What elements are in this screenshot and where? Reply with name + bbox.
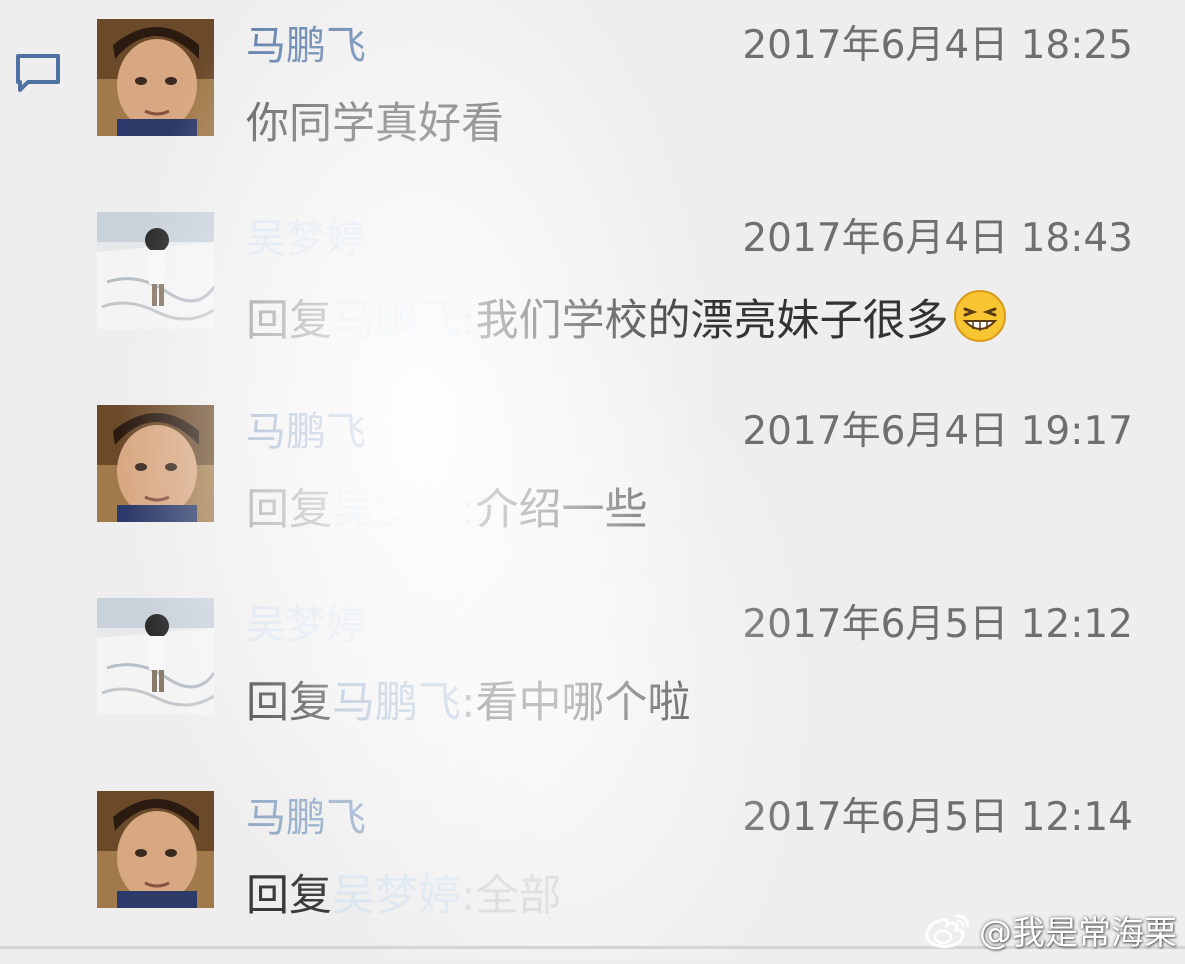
reply-colon: : <box>461 678 476 728</box>
comment-time: 2017年6月4日 18:43 <box>742 216 1133 261</box>
comment-text: 回复马鹏飞:我们学校的漂亮妹子很多 <box>246 289 1007 349</box>
avatar[interactable] <box>97 19 214 136</box>
comment-body: 全部 <box>475 871 562 921</box>
avatar[interactable] <box>97 791 214 908</box>
comment-item: 马鹏飞 2017年6月4日 18:25 你同学真好看 <box>0 0 1185 192</box>
comment-text: 回复马鹏飞:看中哪个啦 <box>246 675 691 731</box>
comment-body: 看中哪个啦 <box>475 678 691 728</box>
watermark-text: @我是常海栗 <box>979 913 1177 952</box>
reply-colon: : <box>461 296 476 346</box>
comment-time: 2017年6月5日 12:12 <box>742 602 1133 647</box>
comment-item: 吴梦婷 2017年6月5日 12:12 回复马鹏飞:看中哪个啦 <box>0 579 1185 771</box>
grinning-squint-emoji-icon <box>953 289 1007 343</box>
weibo-logo-icon <box>925 914 970 948</box>
comment-author[interactable]: 吴梦婷 <box>246 215 366 263</box>
comment-time: 2017年6月5日 12:14 <box>742 795 1133 840</box>
comment-text: 回复吴梦婷:介绍一些 <box>246 482 648 538</box>
reply-word: 回复 <box>246 296 332 346</box>
comment-body: 介绍一些 <box>475 485 648 535</box>
reply-colon: : <box>461 485 476 535</box>
reply-to-name[interactable]: 吴梦婷 <box>332 485 461 535</box>
comment-text: 你同学真好看 <box>246 96 504 152</box>
comment-author[interactable]: 马鹏飞 <box>246 794 366 842</box>
reply-to-name[interactable]: 马鹏飞 <box>332 296 461 346</box>
reply-to-name[interactable]: 马鹏飞 <box>332 678 461 728</box>
reply-word: 回复 <box>246 678 332 728</box>
comment-body: 你同学真好看 <box>246 99 504 149</box>
reply-to-name[interactable]: 吴梦婷 <box>332 871 461 921</box>
comment-body: 我们学校的漂亮妹子很多 <box>475 296 949 346</box>
comment-time: 2017年6月4日 19:17 <box>742 409 1133 454</box>
comment-item: 吴梦婷 2017年6月4日 18:43 回复马鹏飞:我们学校的漂亮妹子很多 <box>0 193 1185 385</box>
avatar[interactable] <box>97 598 214 715</box>
avatar[interactable] <box>97 405 214 522</box>
reply-word: 回复 <box>246 871 332 921</box>
comment-author[interactable]: 马鹏飞 <box>246 408 366 456</box>
reply-colon: : <box>461 871 476 921</box>
comment-author[interactable]: 马鹏飞 <box>246 22 366 70</box>
comment-time: 2017年6月4日 18:25 <box>742 23 1133 68</box>
reply-word: 回复 <box>246 485 332 535</box>
comment-author[interactable]: 吴梦婷 <box>246 601 366 649</box>
comment-text: 回复吴梦婷:全部 <box>246 868 562 924</box>
avatar[interactable] <box>97 212 214 329</box>
watermark: @我是常海栗 <box>921 906 1177 954</box>
comment-item: 马鹏飞 2017年6月4日 19:17 回复吴梦婷:介绍一些 <box>0 386 1185 578</box>
